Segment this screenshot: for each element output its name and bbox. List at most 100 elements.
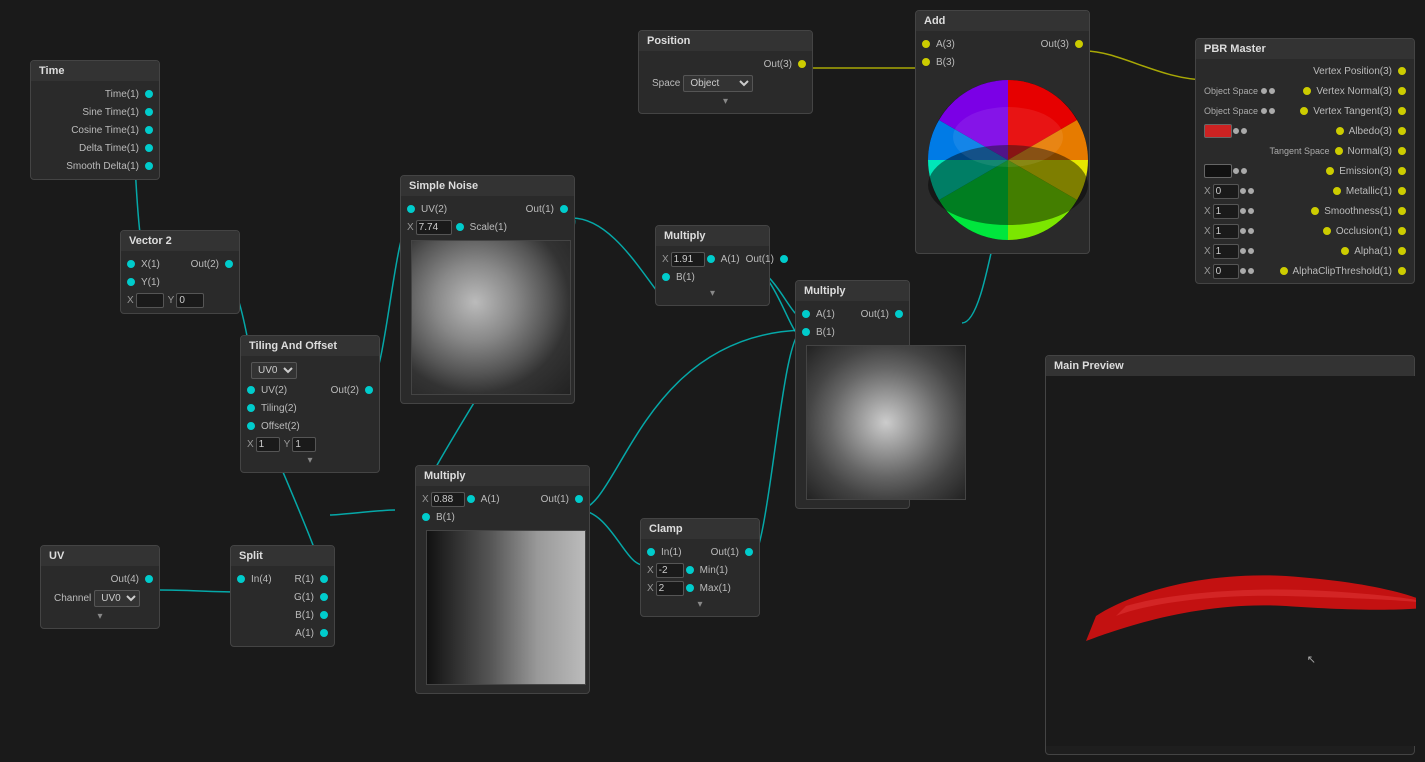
pbr-albedo-port1[interactable] xyxy=(1233,128,1239,134)
time-output-port[interactable] xyxy=(145,90,153,98)
pbr-occlusion-in-port[interactable] xyxy=(1323,227,1331,235)
pbr-occlusion-p2[interactable] xyxy=(1248,228,1254,234)
pbr-albedo-swatch[interactable] xyxy=(1204,124,1232,138)
pbr-emission-port[interactable] xyxy=(1398,167,1406,175)
pbr-alphaclip-input[interactable] xyxy=(1213,264,1239,279)
mult-bot-b-port[interactable] xyxy=(422,513,430,521)
tiling-uv-in-port[interactable] xyxy=(247,386,255,394)
vector2-x-port[interactable] xyxy=(127,260,135,268)
uv-channel-dropdown[interactable]: UV0UV1 xyxy=(94,590,140,607)
pbr-alpha-input[interactable] xyxy=(1213,244,1239,259)
pbr-emission-in-port[interactable] xyxy=(1326,167,1334,175)
clamp-min-port[interactable] xyxy=(686,566,694,574)
pbr-alphaclip-p2[interactable] xyxy=(1248,268,1254,274)
pbr-albedo-in-port[interactable] xyxy=(1336,127,1344,135)
add-a-port[interactable] xyxy=(922,40,930,48)
position-expand[interactable]: ▾ xyxy=(645,94,806,109)
tiling-offset-port[interactable] xyxy=(247,422,255,430)
uv-expand[interactable]: ▾ xyxy=(47,609,153,624)
pbr-smoothness-input[interactable] xyxy=(1213,204,1239,219)
position-space-dropdown[interactable]: ObjectWorldView xyxy=(683,75,753,92)
pbr-object-space-1-port2[interactable] xyxy=(1269,88,1275,94)
clamp-max-input[interactable] xyxy=(656,581,684,596)
cosine-time-port[interactable] xyxy=(145,126,153,134)
pbr-vertex-tangent-port[interactable] xyxy=(1398,107,1406,115)
pbr-normal-port[interactable] xyxy=(1398,147,1406,155)
pbr-metallic-p1[interactable] xyxy=(1240,188,1246,194)
pbr-occlusion-p1[interactable] xyxy=(1240,228,1246,234)
vector2-out-port[interactable] xyxy=(225,260,233,268)
position-out-port[interactable] xyxy=(798,60,806,68)
pbr-occlusion-input[interactable] xyxy=(1213,224,1239,239)
tiling-out-port[interactable] xyxy=(365,386,373,394)
pbr-object-space-1-port[interactable] xyxy=(1261,88,1267,94)
pbr-smoothness-p1[interactable] xyxy=(1240,208,1246,214)
vector2-x-input[interactable] xyxy=(136,293,164,308)
pbr-albedo-port2[interactable] xyxy=(1241,128,1247,134)
tiling-tiling-port[interactable] xyxy=(247,404,255,412)
pbr-alphaclip-in-port[interactable] xyxy=(1280,267,1288,275)
mult-top-a-input[interactable] xyxy=(671,252,705,267)
pbr-object-space-2-port2[interactable] xyxy=(1269,108,1275,114)
uv-out-port[interactable] xyxy=(145,575,153,583)
tiling-expand[interactable]: ▾ xyxy=(247,453,373,468)
pbr-smoothness-in-port[interactable] xyxy=(1311,207,1319,215)
add-b-port[interactable] xyxy=(922,58,930,66)
clamp-expand[interactable]: ▾ xyxy=(647,597,753,612)
pbr-emission-swatch[interactable] xyxy=(1204,164,1232,178)
pbr-emission-port1[interactable] xyxy=(1233,168,1239,174)
pbr-normal-in-port[interactable] xyxy=(1335,147,1343,155)
mult-right-out-port[interactable] xyxy=(895,310,903,318)
pbr-metallic-p2[interactable] xyxy=(1248,188,1254,194)
pbr-emission-port2[interactable] xyxy=(1241,168,1247,174)
mult-top-expand[interactable]: ▾ xyxy=(662,286,763,301)
split-g-port[interactable] xyxy=(320,593,328,601)
split-a-port[interactable] xyxy=(320,629,328,637)
vector2-y-input[interactable] xyxy=(176,293,204,308)
mult-bot-out-port[interactable] xyxy=(575,495,583,503)
pbr-metallic-in-port[interactable] xyxy=(1333,187,1341,195)
noise-uv-port[interactable] xyxy=(407,205,415,213)
noise-out-port[interactable] xyxy=(560,205,568,213)
tiling-offset-dropdown[interactable]: UV0UV1 xyxy=(251,362,297,379)
pbr-smoothness-p2[interactable] xyxy=(1248,208,1254,214)
split-b-port[interactable] xyxy=(320,611,328,619)
clamp-out-port[interactable] xyxy=(745,548,753,556)
mult-right-b-port[interactable] xyxy=(802,328,810,336)
split-r-port[interactable] xyxy=(320,575,328,583)
mult-right-a-port[interactable] xyxy=(802,310,810,318)
tiling-x-input[interactable] xyxy=(256,437,280,452)
smooth-delta-port[interactable] xyxy=(145,162,153,170)
mult-bot-a-port[interactable] xyxy=(467,495,475,503)
pbr-alphaclip-p1[interactable] xyxy=(1240,268,1246,274)
clamp-min-input[interactable] xyxy=(656,563,684,578)
pbr-metallic-input[interactable] xyxy=(1213,184,1239,199)
mult-top-out-port[interactable] xyxy=(780,255,788,263)
pbr-alphaclip-port[interactable] xyxy=(1398,267,1406,275)
vector2-y-port[interactable] xyxy=(127,278,135,286)
tiling-y-input[interactable] xyxy=(292,437,316,452)
pbr-alpha-port[interactable] xyxy=(1398,247,1406,255)
pbr-alpha-p1[interactable] xyxy=(1240,248,1246,254)
delta-time-port[interactable] xyxy=(145,144,153,152)
mult-bot-a-input[interactable] xyxy=(431,492,465,507)
noise-scale-port[interactable] xyxy=(456,223,464,231)
add-out-port[interactable] xyxy=(1075,40,1083,48)
clamp-max-port[interactable] xyxy=(686,584,694,592)
pbr-albedo-port[interactable] xyxy=(1398,127,1406,135)
clamp-in-port[interactable] xyxy=(647,548,655,556)
pbr-metallic-port[interactable] xyxy=(1398,187,1406,195)
pbr-vertex-pos-port[interactable] xyxy=(1398,67,1406,75)
pbr-alpha-in-port[interactable] xyxy=(1341,247,1349,255)
pbr-alpha-p2[interactable] xyxy=(1248,248,1254,254)
noise-scale-input[interactable] xyxy=(416,220,452,235)
pbr-object-space-2-port[interactable] xyxy=(1261,108,1267,114)
pbr-smoothness-port[interactable] xyxy=(1398,207,1406,215)
mult-top-a-port[interactable] xyxy=(707,255,715,263)
pbr-vertex-normal-port[interactable] xyxy=(1398,87,1406,95)
pbr-occlusion-port[interactable] xyxy=(1398,227,1406,235)
split-in-port[interactable] xyxy=(237,575,245,583)
pbr-vertex-normal-in-port[interactable] xyxy=(1303,87,1311,95)
mult-top-b-port[interactable] xyxy=(662,273,670,281)
sine-time-port[interactable] xyxy=(145,108,153,116)
